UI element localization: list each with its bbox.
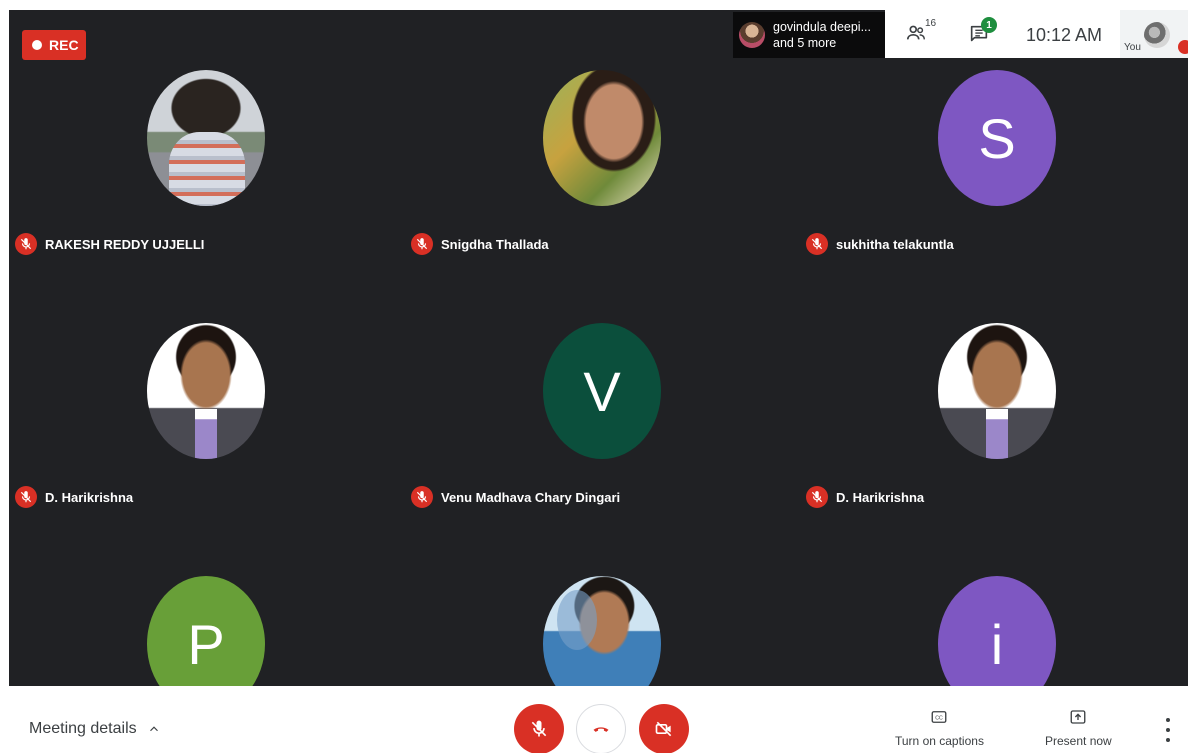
participant-avatar-harikrishna [938,323,1056,459]
record-dot-icon [32,40,42,50]
video-grid: REC RAKESH REDDY UJJELLI Snigdha Thallad… [9,10,1188,686]
participant-avatar-harikrishna [147,323,265,459]
leave-call-button[interactable] [576,704,626,753]
participant-avatar-letter: P [147,576,265,686]
mic-off-icon [411,486,433,508]
avatar-letter: S [978,106,1016,170]
presenter-chip[interactable]: govindula deepi... and 5 more [733,12,885,58]
chevron-up-icon [149,726,158,732]
participant-name: D. Harikrishna [45,489,134,505]
participant-avatar-rakesh [147,70,265,206]
closed-captions-icon: CC [932,711,947,723]
presenter-more: and 5 more [773,36,837,50]
mic-toggle-button[interactable] [514,704,564,753]
participant-name: sukhitha telakuntla [836,236,954,252]
participant-avatar-letter: S [938,70,1056,206]
self-view[interactable]: You [1120,10,1188,58]
mic-off-icon [15,486,37,508]
participant-nameplate: Venu Madhava Chary Dingari [411,486,620,508]
presenter-avatar [739,22,765,48]
more-options-button[interactable] [1160,718,1176,742]
more-vertical-icon [1166,718,1170,722]
participant-nameplate: D. Harikrishna [15,486,133,508]
top-toolbar: 16 1 10:12 AM You [885,10,1188,58]
people-count: 16 [925,18,937,29]
participant-nameplate: Snigdha Thallada [411,233,549,255]
mic-off-icon [806,486,828,508]
avatar-letter: P [187,612,225,676]
participant-nameplate: RAKESH REDDY UJJELLI [15,233,204,255]
participant-name: RAKESH REDDY UJJELLI [45,236,205,252]
present-screen-icon [1070,710,1086,724]
mic-off-icon [15,233,37,255]
self-avatar [1144,22,1170,48]
avatar-letter: i [990,612,1004,676]
participant-avatar-snigdha [543,70,661,206]
participant-avatar-photo [543,576,661,686]
bottom-toolbar: Meeting details CC Turn on captions Pres… [0,686,1188,753]
captions-label: Turn on captions [895,734,984,748]
you-label: You [1124,42,1141,53]
people-button[interactable]: 16 [905,18,936,49]
participant-avatar-letter: i [938,576,1056,686]
svg-text:CC: CC [936,716,944,722]
meeting-details-button[interactable]: Meeting details [29,720,161,738]
recording-label: REC [49,37,79,53]
mic-off-icon [531,720,547,737]
avatar-letter: V [583,359,621,423]
chat-button[interactable]: 1 [968,17,997,50]
participant-nameplate: sukhitha telakuntla [806,233,954,255]
participant-name: D. Harikrishna [836,489,925,505]
camera-toggle-button[interactable] [639,704,689,753]
mic-off-icon [806,233,828,255]
mic-off-icon [411,233,433,255]
clock: 10:12 AM [1026,25,1103,45]
participant-name: Venu Madhava Chary Dingari [441,489,621,505]
present-button[interactable]: Present now [1045,708,1112,748]
phone-hangup-icon [593,727,609,732]
present-label: Present now [1045,734,1112,748]
chat-badge: 1 [981,17,997,33]
recording-indicator: REC [22,30,86,60]
meeting-details-label: Meeting details [29,720,137,737]
participant-avatar-letter: V [543,323,661,459]
participant-nameplate: D. Harikrishna [806,486,924,508]
participant-name: Snigdha Thallada [441,236,549,252]
mic-off-icon [1178,40,1188,54]
camera-off-icon [655,721,672,737]
captions-button[interactable]: CC Turn on captions [895,708,984,748]
presenter-name: govindula deepi... [773,20,871,34]
people-icon [906,25,925,40]
